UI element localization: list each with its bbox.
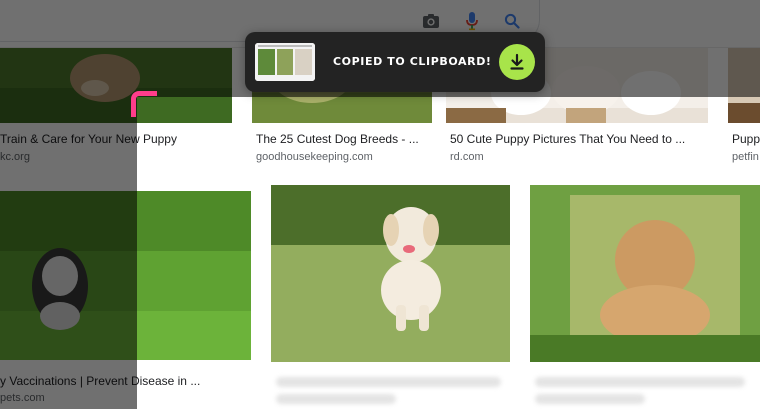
toast-message: COPIED TO CLIPBOARD! [333, 55, 492, 68]
result-source[interactable]: goodhousekeeping.com [256, 151, 373, 163]
selection-corner-handle[interactable] [131, 91, 157, 117]
result-image-7[interactable] [530, 185, 760, 362]
copied-toast: COPIED TO CLIPBOARD! [245, 32, 545, 92]
blurred-source [276, 394, 396, 404]
result-title[interactable]: 50 Cute Puppy Pictures That You Need to … [450, 132, 700, 146]
result-source[interactable]: pets.com [0, 392, 45, 404]
result-source[interactable]: kc.org [0, 151, 30, 163]
result-title[interactable]: Pupp [732, 132, 760, 146]
result-source[interactable]: petfin [732, 151, 759, 163]
result-source[interactable]: rd.com [450, 151, 484, 163]
result-title[interactable]: y Vaccinations | Prevent Disease in ... [0, 374, 251, 388]
result-title[interactable]: Train & Care for Your New Puppy [0, 132, 232, 146]
result-image-6[interactable] [271, 185, 510, 362]
result-title[interactable]: The 25 Cutest Dog Breeds - ... [256, 132, 436, 146]
blurred-title [535, 377, 745, 387]
blurred-title [276, 377, 501, 387]
blurred-source [535, 394, 645, 404]
download-icon[interactable] [499, 44, 535, 80]
result-image-5[interactable] [0, 191, 251, 360]
toast-thumbnail [255, 43, 315, 81]
